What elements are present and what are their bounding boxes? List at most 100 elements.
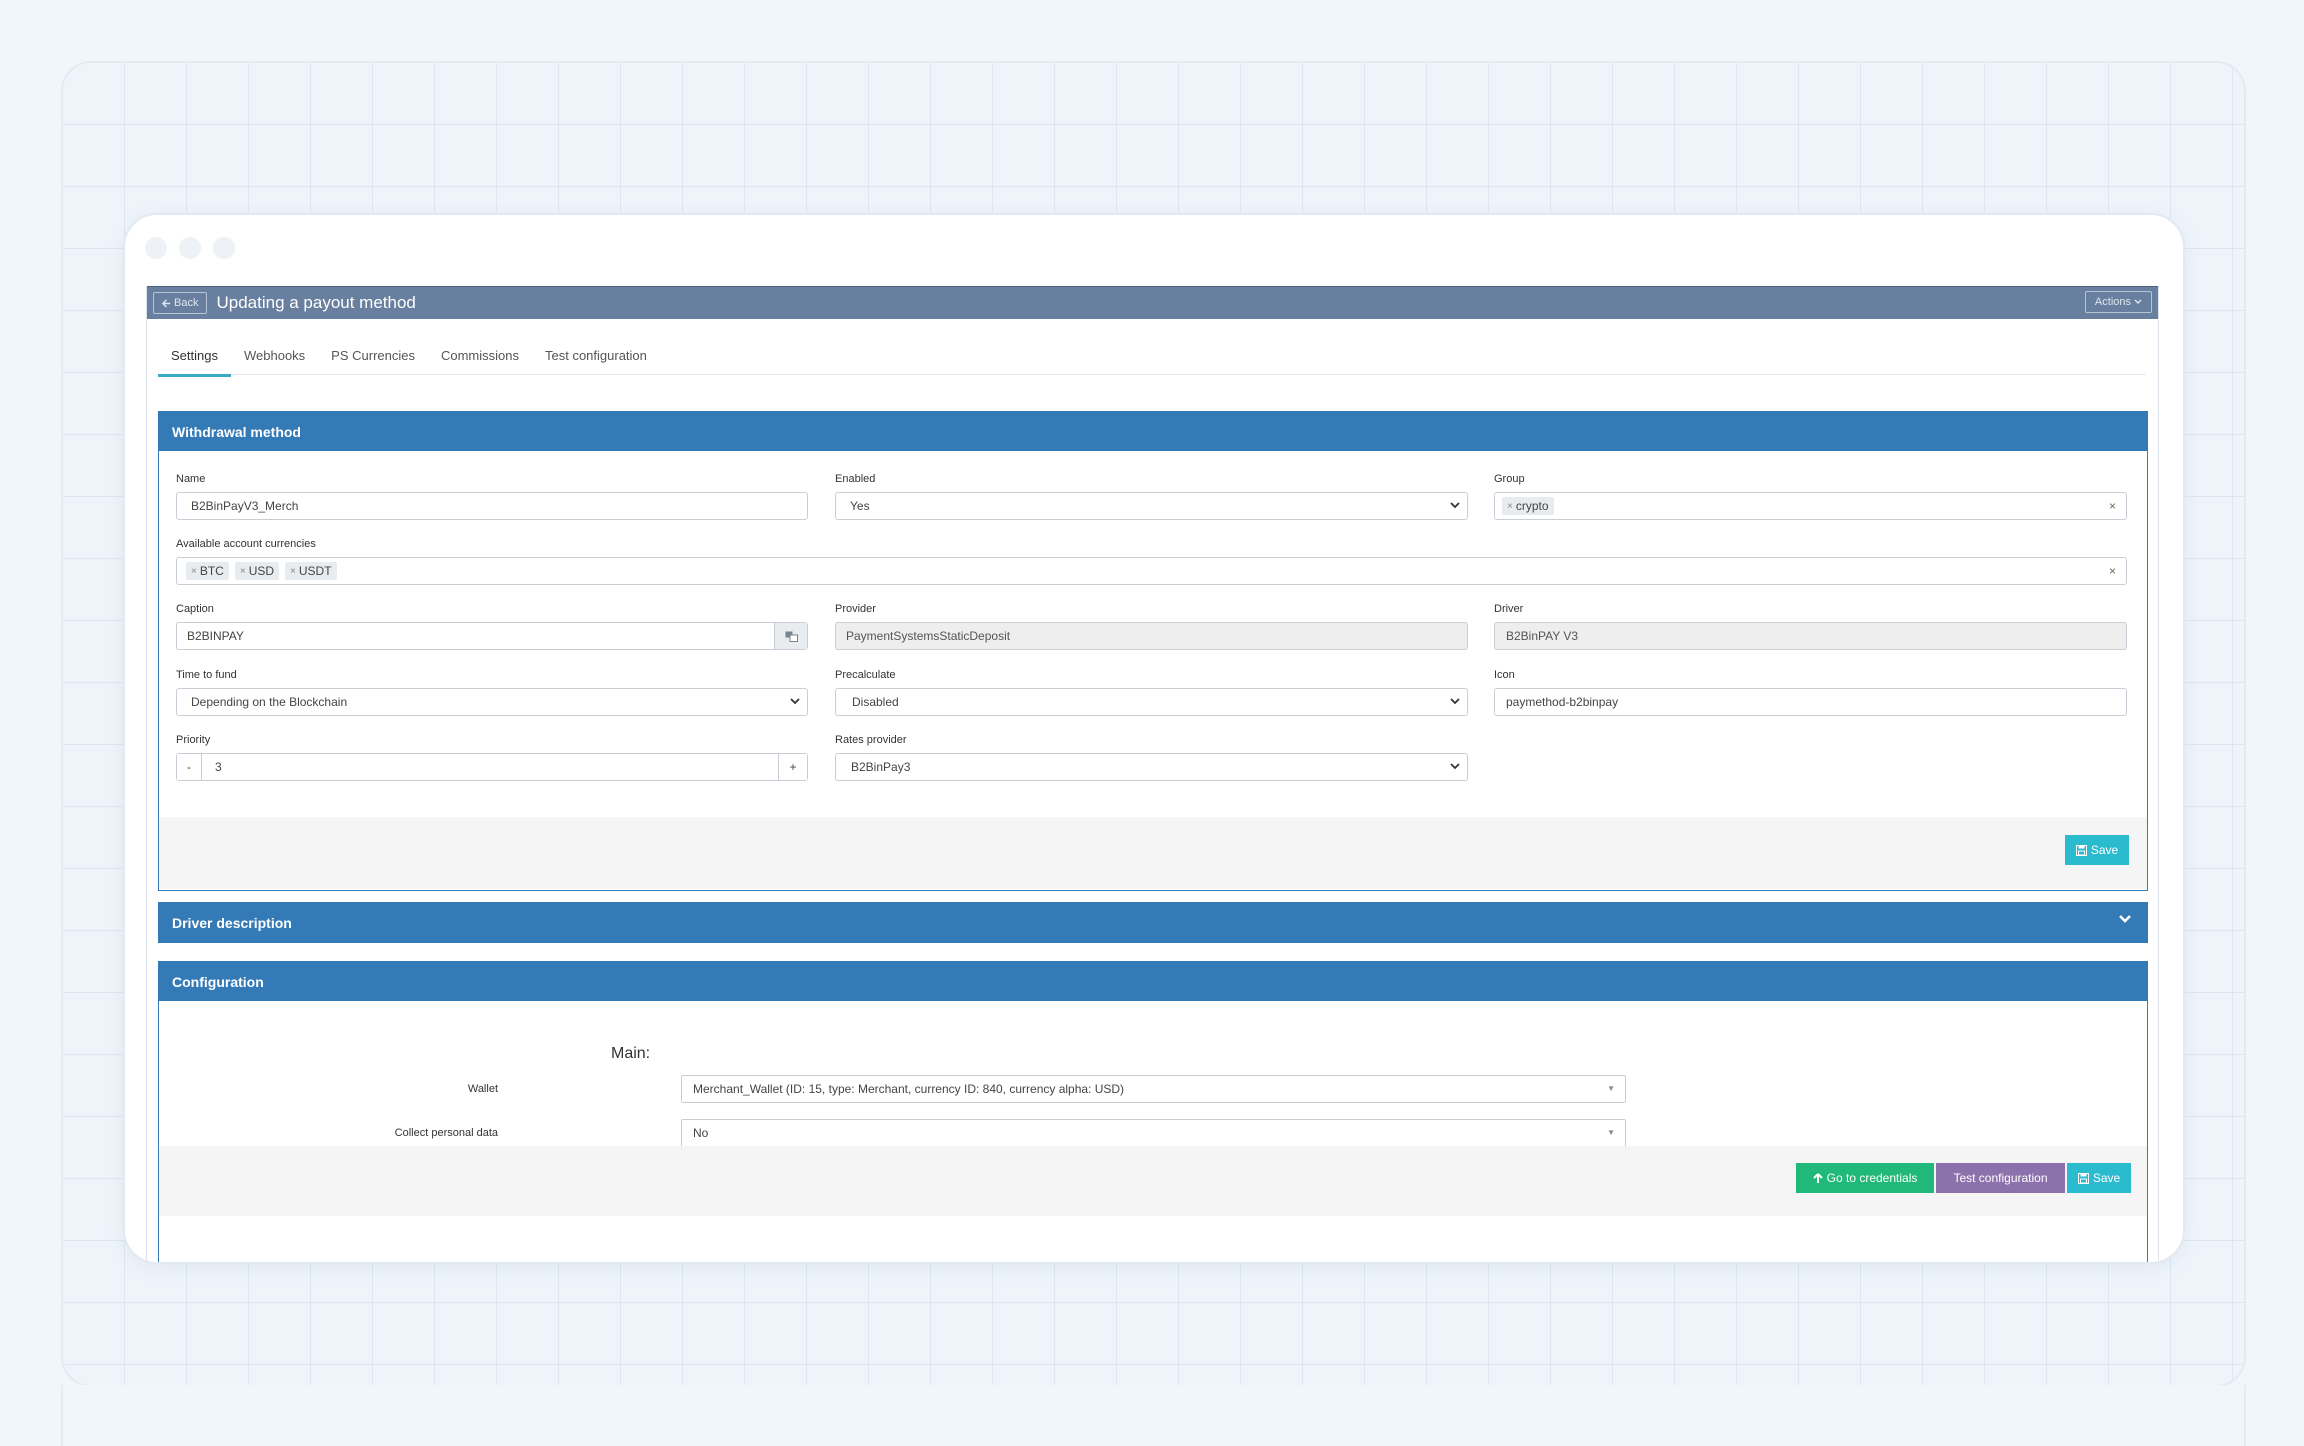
remove-chip-icon[interactable]: × [191,566,197,577]
currency-chip[interactable]: × USDT [285,562,337,580]
translate-button[interactable] [774,623,807,649]
driver-description-heading[interactable]: Driver description [159,903,2147,942]
time-to-fund-select[interactable]: Depending on the Blockchain [176,688,808,716]
go-to-credentials-label: Go to credentials [1826,1171,1918,1185]
icon-input[interactable]: paymethod-b2binpay [1494,688,2127,716]
enabled-label: Enabled [835,473,876,485]
rates-provider-label: Rates provider [835,734,907,746]
enabled-value: Yes [850,499,870,513]
driver-label: Driver [1494,603,1524,615]
precalculate-label: Precalculate [835,669,896,681]
currency-chip[interactable]: × BTC [186,562,229,580]
actions-label: Actions [2094,296,2131,308]
back-button[interactable]: Back [153,292,208,314]
time-to-fund-label: Time to fund [176,669,237,681]
caption-input[interactable]: B2BINPAY [176,622,808,650]
icon-label: Icon [1494,669,1515,681]
priority-decrement-button[interactable]: - [177,754,202,780]
floppy-disk-icon [2077,1172,2089,1184]
group-label: Group [1494,473,1525,485]
rates-provider-select[interactable]: B2BinPay3 [835,753,1468,781]
withdrawal-footer: Save [159,817,2147,889]
priority-stepper[interactable]: - 3 + [176,753,808,781]
currencies-multiselect[interactable]: × BTC × USD × USDT × [176,557,2127,585]
configuration-heading: Configuration [159,962,2147,1001]
currencies-label: Available account currencies [176,538,316,550]
priority-increment-button[interactable]: + [778,754,807,780]
driver-value: B2BinPAY V3 [1506,629,1579,643]
name-value: B2BinPayV3_Merch [191,499,299,513]
withdrawal-method-title: Withdrawal method [172,423,301,440]
chevron-down-icon[interactable] [2117,912,2133,926]
configuration-footer: Go to credentials Test configuration Sav… [159,1146,2147,1216]
withdrawal-method-heading: Withdrawal method [159,412,2147,451]
provider-value: PaymentSystemsStaticDeposit [846,629,1011,643]
translate-icon [785,631,798,642]
currency-chip-label: BTC [199,564,224,578]
chevron-down-icon [1450,502,1460,509]
background-strip [61,1385,2246,1446]
remove-chip-icon[interactable]: × [290,566,296,577]
time-to-fund-value: Depending on the Blockchain [191,695,348,709]
caret-down-icon: ▼ [1607,1084,1615,1093]
window-dot-minimize[interactable] [179,237,201,259]
save-button[interactable]: Save [2065,835,2129,865]
caption-value: B2BINPAY [187,629,244,643]
priority-value: 3 [215,760,222,774]
wallet-label: Wallet [467,1083,498,1095]
window-dot-maximize[interactable] [213,237,235,259]
driver-description-panel[interactable]: Driver description [158,902,2148,943]
page-title: Updating a payout method [216,293,416,312]
currency-chip-label: USDT [298,564,332,578]
configuration-panel: Configuration Main: Wallet Merchant_Wall… [158,961,2148,1262]
clear-icon[interactable]: × [2109,499,2116,513]
save-configuration-button[interactable]: Save [2067,1163,2131,1193]
group-chip[interactable]: × crypto [1502,497,1554,515]
collect-personal-data-select[interactable]: No ▼ [681,1119,1626,1147]
priority-label: Priority [176,734,211,746]
remove-chip-icon[interactable]: × [1507,501,1513,512]
driver-description-title: Driver description [172,914,292,931]
group-chip-label: crypto [1515,499,1549,513]
test-configuration-button[interactable]: Test configuration [1936,1163,2065,1193]
save-configuration-label: Save [2092,1171,2121,1185]
name-label: Name [176,473,206,485]
configuration-title: Configuration [172,973,264,990]
currency-chip[interactable]: × USD [234,562,280,580]
precalculate-select[interactable]: Disabled [835,688,1468,716]
withdrawal-method-panel: Withdrawal method Name B2BinPayV3_Merch … [158,411,2148,891]
remove-chip-icon[interactable]: × [240,566,246,577]
chevron-down-icon [790,698,800,705]
back-button-label: Back [174,297,199,309]
group-multiselect[interactable]: × crypto × [1494,492,2127,520]
page-header: Back Updating a payout method Actions [147,286,2158,319]
tab-settings[interactable]: Settings [158,346,231,377]
window-dot-close[interactable] [145,237,167,259]
icon-value: paymethod-b2binpay [1506,695,1619,709]
currency-chip-label: USD [248,564,275,578]
arrow-up-icon [1812,1172,1823,1183]
floppy-disk-icon [2075,844,2087,856]
provider-label: Provider [835,603,876,615]
tab-ps-currencies[interactable]: PS Currencies [318,346,428,374]
rates-provider-value: B2BinPay3 [851,760,911,774]
chevron-down-icon [1450,763,1460,770]
wallet-select[interactable]: Merchant_Wallet (ID: 15, type: Merchant,… [681,1075,1626,1103]
tab-commissions[interactable]: Commissions [428,346,532,374]
browser-window: Back Updating a payout method Actions Se… [123,213,2185,1264]
config-section-title: Main: [611,1045,651,1062]
precalculate-value: Disabled [852,695,899,709]
collect-personal-data-value: No [693,1126,709,1140]
driver-readonly: B2BinPAY V3 [1494,622,2127,650]
tab-test-configuration[interactable]: Test configuration [532,346,660,374]
actions-dropdown-button[interactable]: Actions [2084,291,2152,313]
caret-down-icon: ▼ [1607,1128,1615,1137]
go-to-credentials-button[interactable]: Go to credentials [1796,1163,1934,1193]
caption-label: Caption [176,603,214,615]
clear-icon[interactable]: × [2109,564,2116,578]
enabled-select[interactable]: Yes [835,492,1468,520]
app-content: Back Updating a payout method Actions Se… [146,286,2159,1262]
name-input[interactable]: B2BinPayV3_Merch [176,492,808,520]
tab-bar: Settings Webhooks PS Currencies Commissi… [158,346,2146,377]
tab-webhooks[interactable]: Webhooks [231,346,318,374]
